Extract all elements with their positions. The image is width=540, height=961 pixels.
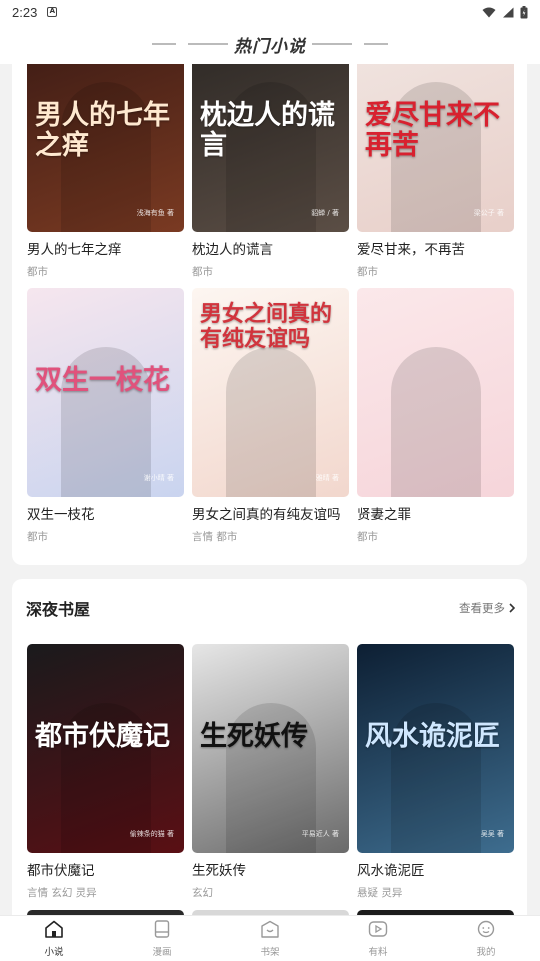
tab-comics[interactable]: 漫画	[108, 916, 216, 961]
header-divider-left-short	[152, 43, 176, 45]
book-title: 男人的七年之痒	[27, 242, 122, 258]
book-tags: 都市	[192, 266, 213, 278]
book-icon	[154, 919, 170, 942]
cover-author: 貂蝉 / 著	[311, 209, 339, 217]
book-item[interactable]: 双生一枝花 谢小晴 著双生一枝花 都市	[27, 288, 184, 544]
book-tags: 都市	[27, 531, 48, 543]
book-tags: 言情 玄幻 灵异	[27, 887, 97, 899]
battery-icon	[520, 5, 528, 18]
cover-author: 平易近人 著	[301, 830, 339, 838]
book-cover[interactable]: 风水诡泥匠吴吴 著	[357, 644, 514, 853]
signal-icon	[503, 7, 514, 17]
tab-profile[interactable]: 我的	[432, 916, 540, 961]
tab-label: 书架	[260, 946, 280, 958]
section-header: 深夜书屋 查看更多	[26, 596, 515, 620]
cover-title: 风水诡泥匠	[365, 721, 500, 752]
book-cover[interactable]: 男人的七年之痒浅海有鱼 著	[27, 64, 184, 232]
cover-author: 梁公子 著	[473, 209, 504, 217]
book-title: 爱尽甘来，不再苦	[357, 242, 465, 258]
tab-label: 漫画	[152, 946, 172, 958]
book-cover[interactable]	[357, 288, 514, 497]
notification-icon: A	[47, 7, 58, 17]
home-icon	[44, 920, 64, 942]
night-section-card: 深夜书屋 查看更多 都市伏魔记 偷辣条的猫 著都市伏魔记 言情 玄幻 灵异 生死妖传平…	[12, 579, 527, 915]
status-time: 2:23	[12, 4, 38, 20]
book-title: 贤妻之罪	[357, 507, 411, 523]
wifi-icon	[482, 7, 496, 17]
book-tags: 玄幻	[192, 887, 213, 899]
book-cover[interactable]: 双生一枝花谢小晴 著	[27, 288, 184, 497]
book-title: 双生一枝花	[27, 507, 95, 523]
chevron-right-icon	[509, 603, 515, 613]
book-item[interactable]: 男女之间真的有纯友谊吗 雅晴 著男女之间真的有纯友谊吗 言情 都市	[192, 288, 349, 544]
book-cover[interactable]: 都市伏魔记偷辣条的猫 著	[27, 644, 184, 853]
cover-title: 男人的七年之痒	[35, 100, 170, 162]
cover-author: 浅海有鱼 著	[136, 209, 174, 217]
cover-title: 生死妖传	[200, 721, 308, 752]
top-header: 热门小说	[0, 24, 540, 64]
cover-illustration	[390, 347, 481, 497]
tab-novels[interactable]: 小说	[0, 916, 108, 961]
cover-author: 雅晴 著	[315, 474, 339, 482]
status-bar: 2:23 A	[0, 0, 540, 24]
cover-title: 都市伏魔记	[35, 721, 170, 752]
book-tags: 都市	[27, 266, 48, 278]
cover-title: 爱尽甘来不再苦	[365, 100, 500, 162]
tab-feed[interactable]: 有料	[324, 916, 432, 961]
cover-author: 偷辣条的猫 著	[129, 830, 174, 838]
section-title: 深夜书屋	[26, 600, 91, 619]
book-cover[interactable]: 爱尽甘来不再苦梁公子 著	[357, 64, 514, 232]
cover-author: 谢小晴 著	[143, 474, 174, 482]
profile-icon	[476, 920, 496, 942]
see-more-label: 查看更多	[459, 601, 505, 615]
book-item[interactable]: 生死妖传 平易近人 著生死妖传 玄幻	[192, 644, 349, 900]
content-scroll[interactable]: 男人的七年之痒 浅海有鱼 著男人的七年之痒 都市 枕边人的谎言 貂蝉 / 著枕边人的谎言…	[0, 64, 540, 915]
book-tags: 言情 都市	[192, 531, 238, 543]
page-title: 热门小说	[234, 36, 306, 57]
cover-author: 吴吴 著	[480, 830, 504, 838]
book-item[interactable]: 爱尽甘来不再苦梁公子 著爱尽甘来，不再苦都市	[357, 64, 514, 279]
hot-books-card: 男人的七年之痒 浅海有鱼 著男人的七年之痒 都市 枕边人的谎言 貂蝉 / 著枕边人的谎言…	[12, 64, 527, 565]
book-tags: 都市	[357, 266, 378, 278]
book-item[interactable]: 都市伏魔记 偷辣条的猫 著都市伏魔记 言情 玄幻 灵异	[27, 644, 184, 900]
book-item[interactable]: 贤妻之罪 都市	[357, 288, 514, 544]
cover-title: 双生一枝花	[35, 365, 170, 396]
header-divider-right	[312, 43, 352, 45]
tab-label: 我的	[476, 946, 496, 958]
play-icon	[368, 920, 388, 942]
tab-label: 小说	[44, 946, 64, 958]
book-tags: 悬疑 灵异	[357, 887, 403, 899]
bookshelf-icon	[260, 920, 280, 942]
book-title: 男女之间真的有纯友谊吗	[192, 507, 341, 523]
book-item[interactable]: 风水诡泥匠 吴吴 著风水诡泥匠 悬疑 灵异	[357, 644, 514, 900]
tab-label: 有料	[368, 946, 388, 958]
book-item[interactable]: 男人的七年之痒 浅海有鱼 著男人的七年之痒 都市	[27, 64, 184, 279]
book-cover[interactable]: 生死妖传平易近人 著	[192, 644, 349, 853]
cover-illustration	[225, 347, 316, 497]
book-cover[interactable]: 枕边人的谎言貂蝉 / 著	[192, 64, 349, 232]
bottom-tab-bar: 小说 漫画 书架 有料 我的	[0, 915, 540, 961]
book-item[interactable]: 枕边人的谎言 貂蝉 / 著枕边人的谎言 都市	[192, 64, 349, 279]
book-title: 风水诡泥匠	[357, 863, 425, 879]
book-title: 都市伏魔记	[27, 863, 95, 879]
header-divider-right-short	[364, 43, 388, 45]
cover-title: 枕边人的谎言	[200, 100, 335, 162]
book-cover[interactable]: 男女之间真的有纯友谊吗雅晴 著	[192, 288, 349, 497]
header-divider-left	[188, 43, 228, 45]
tab-bookshelf[interactable]: 书架	[216, 916, 324, 961]
see-more-link[interactable]: 查看更多	[459, 600, 515, 616]
cover-title: 男女之间真的有纯友谊吗	[200, 301, 333, 352]
book-title: 枕边人的谎言	[192, 242, 273, 258]
book-tags: 都市	[357, 531, 378, 543]
book-title: 生死妖传	[192, 863, 246, 879]
